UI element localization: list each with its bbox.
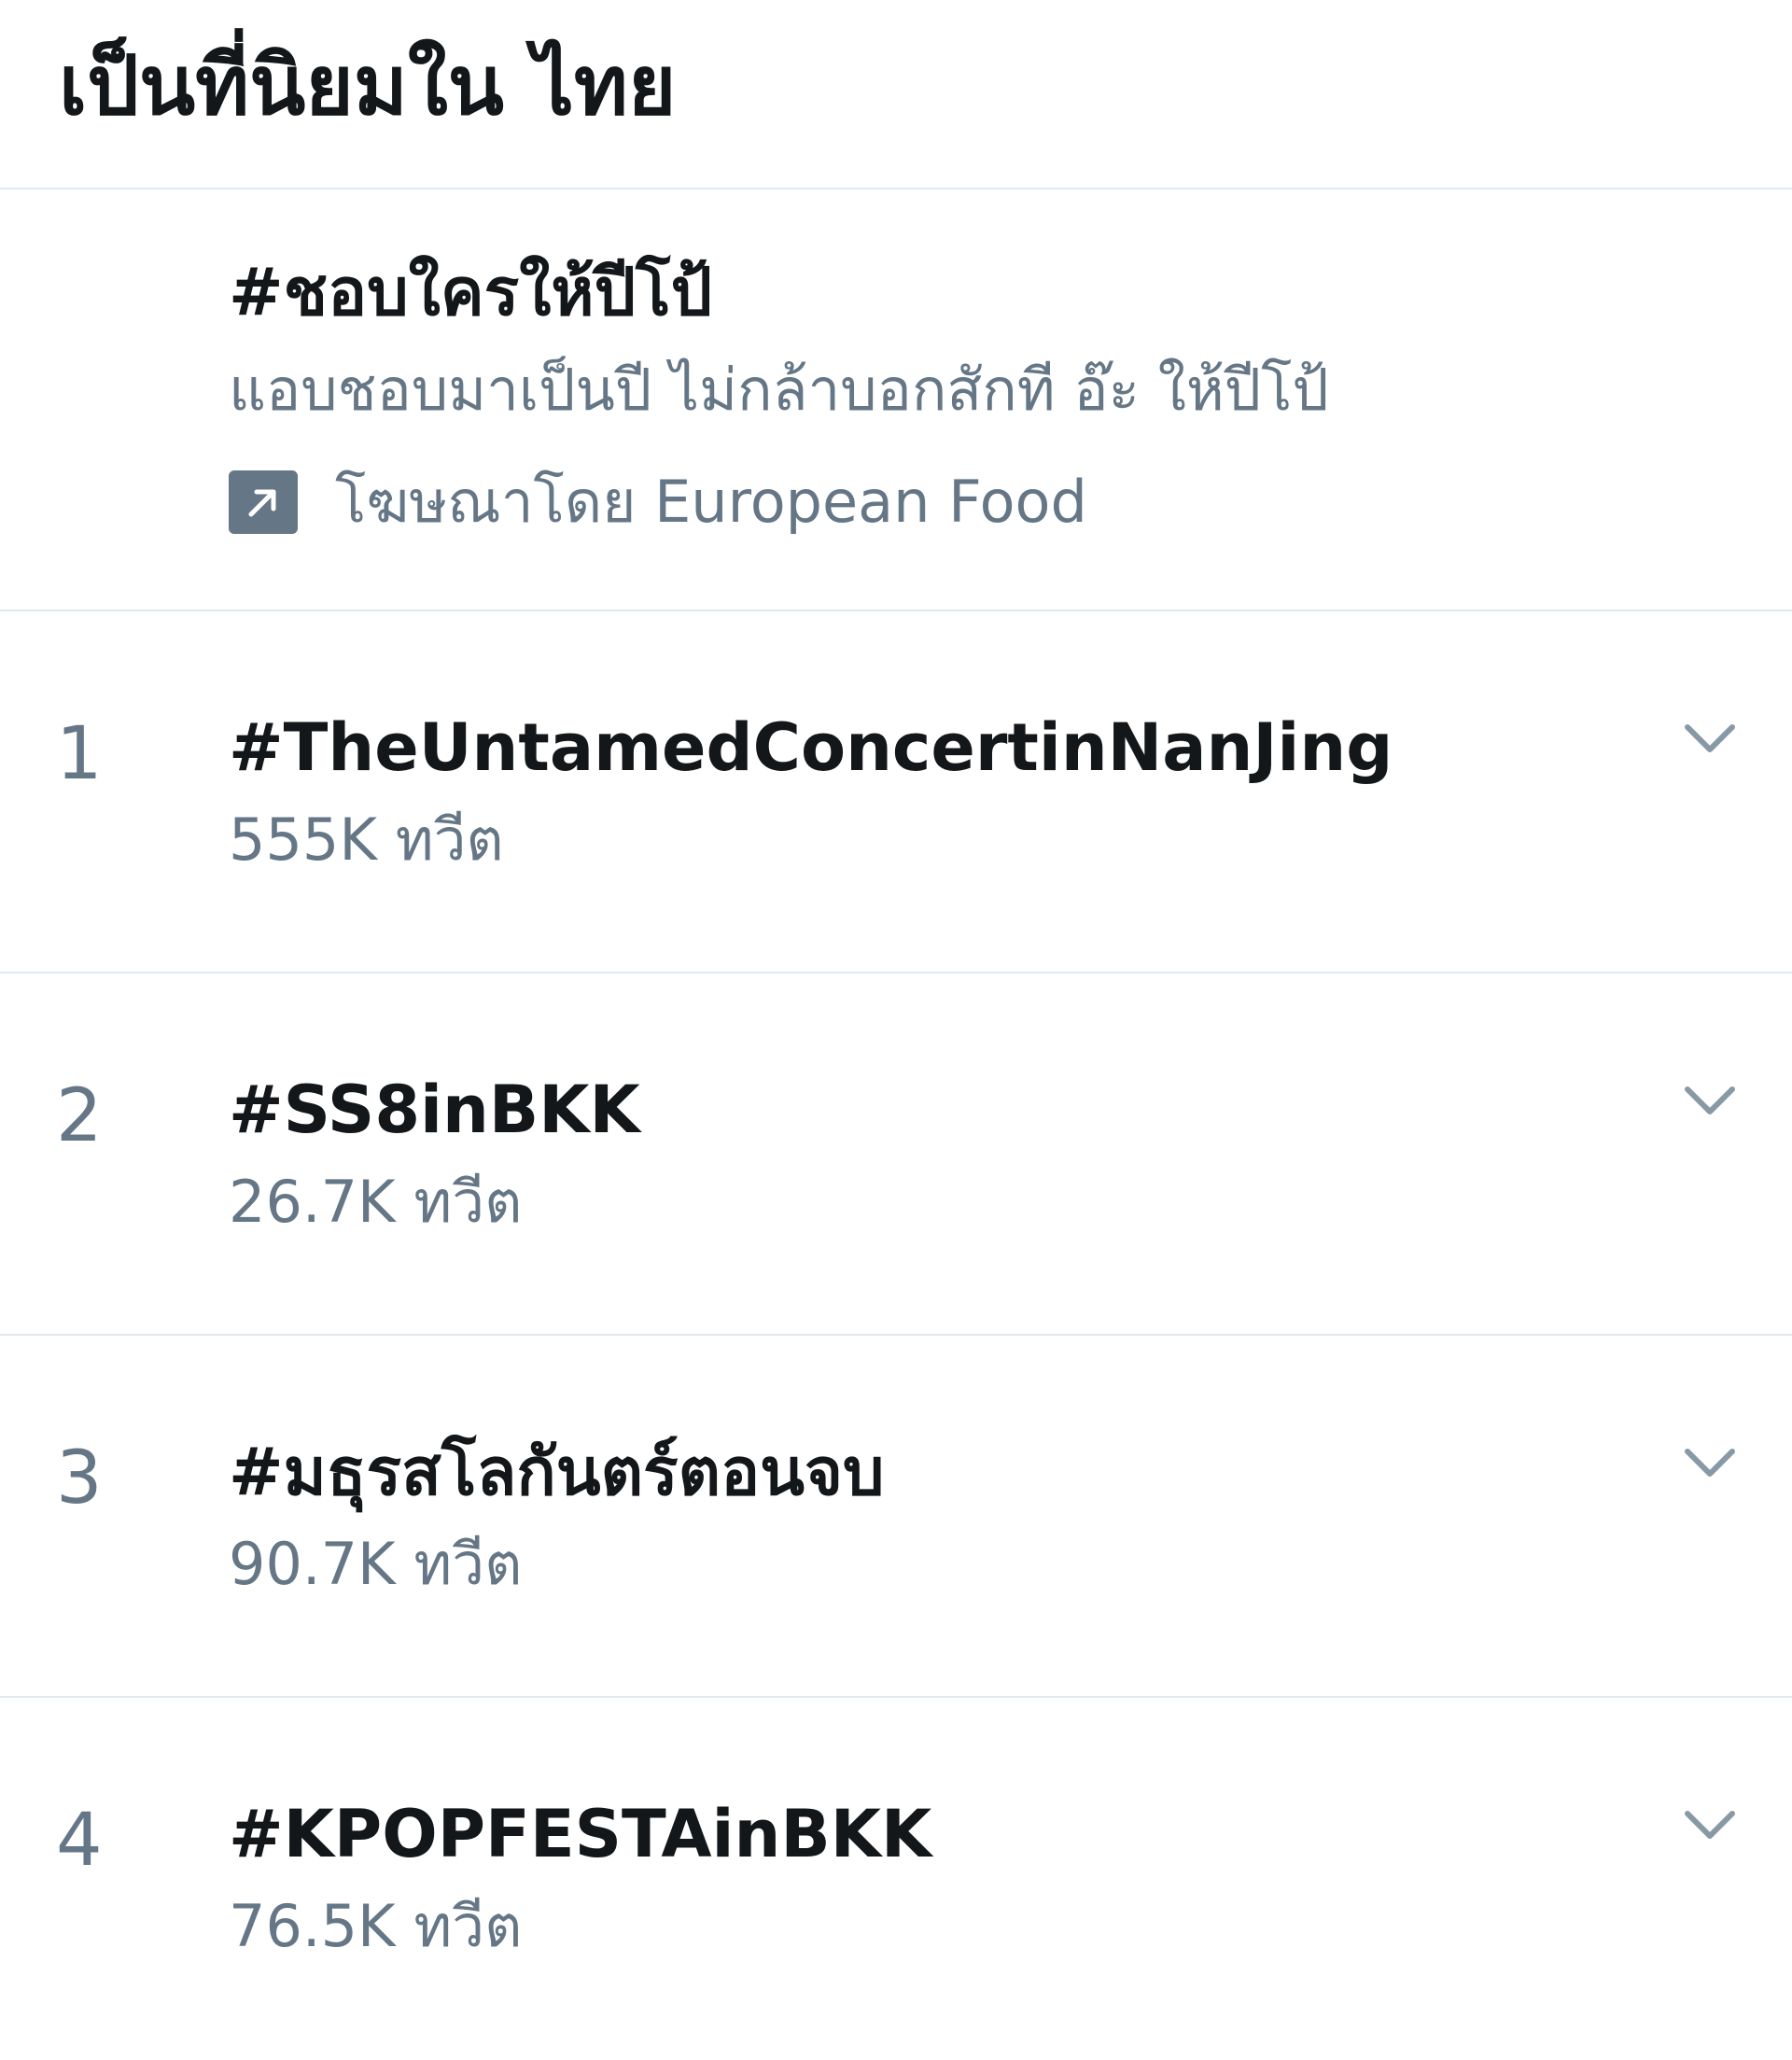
trend-item[interactable]: 2 #SS8inBKK 26.7K ทวีต: [0, 974, 1792, 1336]
page-title: เป็นที่นิยมใน ไทย: [59, 37, 677, 133]
trend-name: #มธุรสโลกันตร์ตอนจบ: [229, 1434, 885, 1510]
promoted-by-row: โฆษณาโดย European Food: [229, 460, 1087, 544]
promoted-trend[interactable]: #ชอบใครให้ปีโป้ แอบชอบมาเป็นปี ไม่กล้าบอ…: [0, 189, 1792, 611]
trend-tweet-count: 76.5K ทวีต: [229, 1892, 523, 1960]
promoted-trend-description: แอบชอบมาเป็นปี ไม่กล้าบอกสักที อ๊ะ ให้ปี…: [229, 356, 1329, 424]
trend-tweet-count: 26.7K ทวีต: [229, 1168, 523, 1236]
trend-item[interactable]: 3 #มธุรสโลกันตร์ตอนจบ 90.7K ทวีต: [0, 1336, 1792, 1698]
trend-item[interactable]: 1 #TheUntamedConcertinNanJing 555K ทวีต: [0, 611, 1792, 974]
trends-header: เป็นที่นิยมใน ไทย: [0, 0, 1792, 189]
trends-panel: เป็นที่นิยมใน ไทย #ชอบใครให้ปีโป้ แอบชอบ…: [0, 0, 1792, 2016]
trend-name: #KPOPFESTAinBKK: [229, 1796, 932, 1872]
trend-tweet-count: 555K ทวีต: [229, 806, 504, 874]
chevron-down-icon[interactable]: [1676, 1429, 1743, 1496]
trend-item[interactable]: 4 #KPOPFESTAinBKK 76.5K ทวีต: [0, 1698, 1792, 2060]
trend-rank: 3: [56, 1436, 103, 1520]
trend-name: #SS8inBKK: [229, 1072, 640, 1148]
trend-rank: 4: [56, 1799, 103, 1883]
trend-rank: 2: [56, 1074, 103, 1158]
chevron-down-icon[interactable]: [1676, 1791, 1743, 1858]
trend-tweet-count: 90.7K ทวีต: [229, 1530, 523, 1598]
trend-name: #TheUntamedConcertinNanJing: [229, 709, 1393, 786]
promoted-arrow-icon: [229, 470, 298, 534]
chevron-down-icon[interactable]: [1676, 1067, 1743, 1134]
promoted-trend-title: #ชอบใครให้ปีโป้: [229, 254, 713, 330]
trend-rank: 1: [56, 712, 103, 796]
promoted-by-label: โฆษณาโดย European Food: [335, 468, 1087, 536]
chevron-down-icon[interactable]: [1676, 705, 1743, 772]
